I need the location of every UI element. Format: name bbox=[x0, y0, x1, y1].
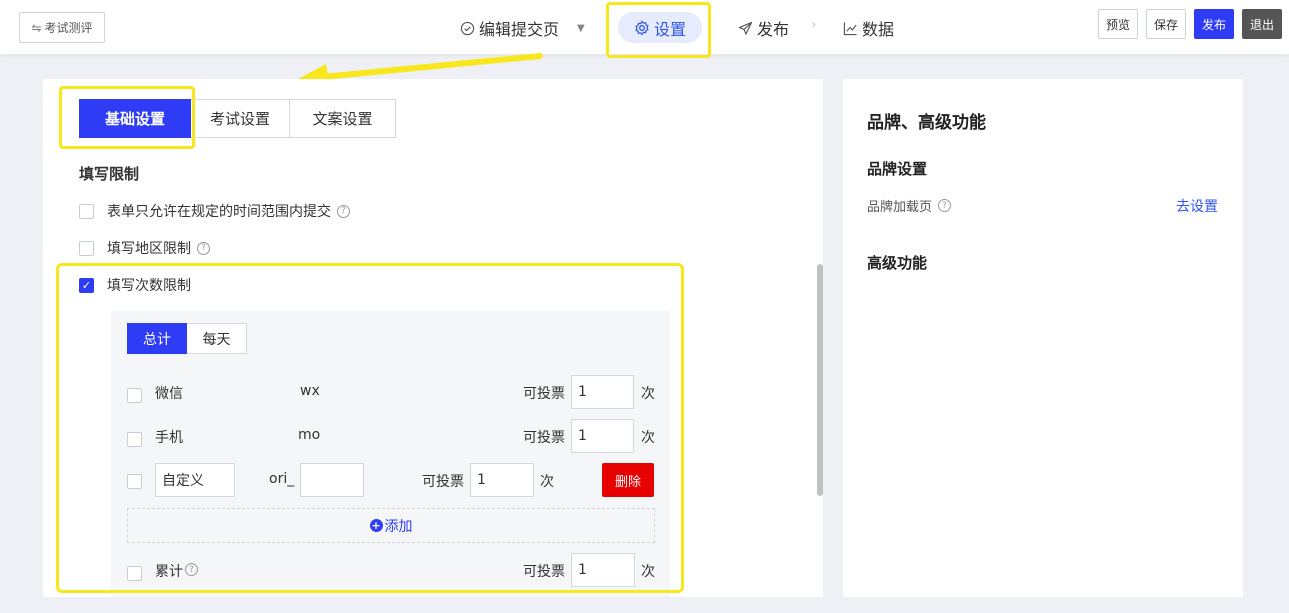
highlight-box-count-limit bbox=[56, 263, 684, 593]
region-limit-option[interactable]: 填写地区限制 ? bbox=[79, 238, 210, 258]
brand-settings-title: 品牌设置 bbox=[867, 160, 928, 178]
time-range-limit-option[interactable]: 表单只允许在规定的时间范围内提交 ? bbox=[79, 201, 350, 221]
save-button[interactable]: 保存 bbox=[1146, 9, 1186, 39]
nav-publish[interactable]: 发布 bbox=[738, 14, 789, 42]
settings-main-panel: 基础设置 考试设置 文案设置 填写限制 表单只允许在规定的时间范围内提交 ? 填… bbox=[43, 79, 823, 597]
exam-eval-button[interactable]: ⇋ 考试测评 bbox=[19, 12, 105, 43]
region-limit-checkbox[interactable] bbox=[79, 240, 94, 256]
send-icon bbox=[738, 21, 753, 35]
caret-down-icon[interactable]: ▼ bbox=[577, 23, 585, 34]
region-limit-label: 填写地区限制 bbox=[107, 241, 191, 257]
swap-icon: ⇋ bbox=[31, 20, 42, 35]
check-circle-icon bbox=[460, 21, 475, 35]
time-range-checkbox[interactable] bbox=[79, 203, 94, 219]
advanced-features-title: 高级功能 bbox=[867, 254, 928, 272]
highlight-box-settings bbox=[606, 2, 711, 58]
publish-button[interactable]: 发布 bbox=[1194, 9, 1234, 39]
panel-title: 品牌、高级功能 bbox=[867, 113, 986, 133]
help-icon[interactable]: ? bbox=[337, 204, 350, 218]
nav-edit-submit-page[interactable]: 编辑提交页 ▼ bbox=[460, 14, 585, 42]
chevron-right-icon: › bbox=[811, 17, 817, 33]
help-icon[interactable]: ? bbox=[197, 241, 210, 255]
nav-publish-label: 发布 bbox=[757, 20, 790, 39]
line-chart-icon bbox=[843, 21, 857, 35]
brand-loading-page-row: 品牌加载页 ? bbox=[867, 196, 952, 215]
tab-copy-settings[interactable]: 文案设置 bbox=[290, 99, 396, 138]
help-icon[interactable]: ? bbox=[938, 199, 952, 212]
brand-loading-label: 品牌加载页 bbox=[867, 200, 933, 215]
nav-edit-label: 编辑提交页 bbox=[479, 20, 560, 39]
go-settings-link[interactable]: 去设置 bbox=[1176, 196, 1218, 216]
tab-exam-settings[interactable]: 考试设置 bbox=[191, 99, 290, 138]
exam-eval-label: 考试测评 bbox=[44, 21, 93, 35]
nav-data[interactable]: 数据 bbox=[843, 14, 894, 42]
preview-button[interactable]: 预览 bbox=[1098, 9, 1138, 39]
exit-button[interactable]: 退出 bbox=[1242, 9, 1282, 39]
highlight-box-basic-tab bbox=[59, 86, 195, 149]
scrollbar-thumb[interactable] bbox=[817, 264, 823, 496]
brand-advanced-panel: 品牌、高级功能 品牌设置 品牌加载页 ? 去设置 高级功能 bbox=[843, 79, 1243, 597]
time-range-label: 表单只允许在规定的时间范围内提交 bbox=[107, 204, 331, 220]
top-bar: ⇋ 考试测评 编辑提交页 ▼ 设置 发布 › 数据 预览 保存 发布 退出 bbox=[0, 0, 1289, 58]
nav-data-label: 数据 bbox=[862, 20, 895, 39]
fill-limit-title: 填写限制 bbox=[79, 165, 140, 183]
